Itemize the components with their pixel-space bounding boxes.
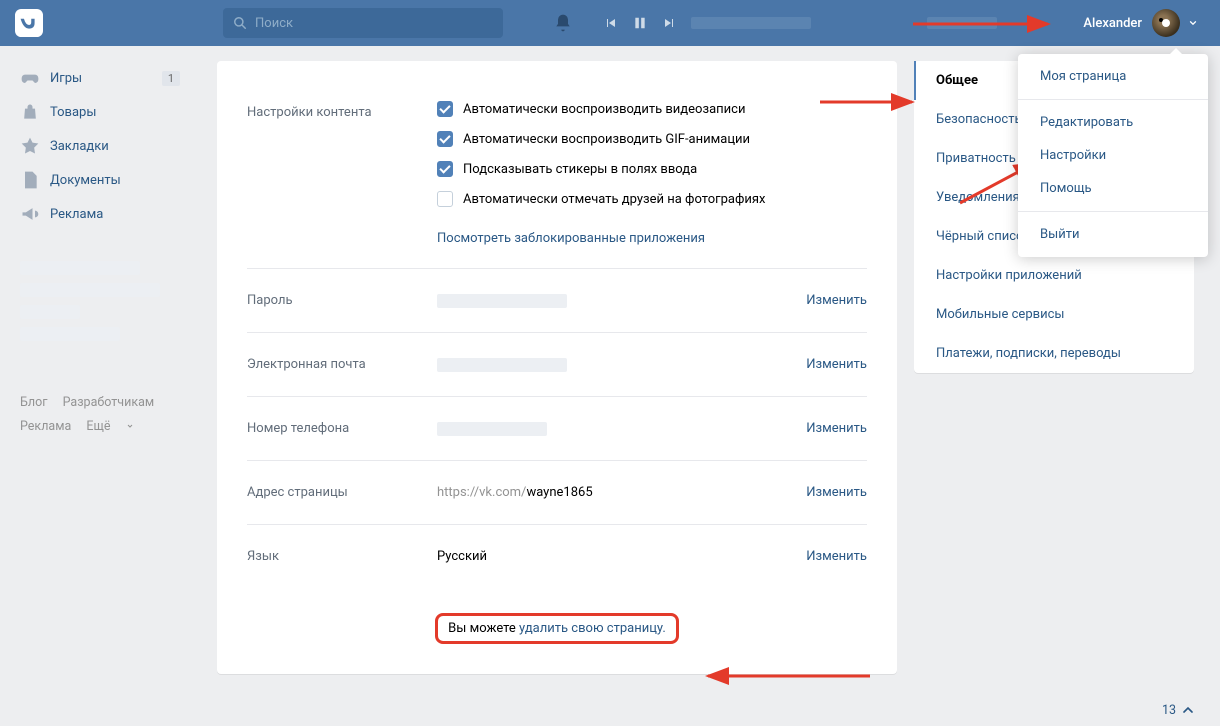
email-edit-link[interactable]: Изменить — [806, 357, 867, 372]
megaphone-icon — [20, 204, 40, 224]
dd-logout[interactable]: Выйти — [1018, 218, 1208, 251]
dd-edit[interactable]: Редактировать — [1018, 106, 1208, 139]
track-artist-redacted — [927, 17, 997, 29]
tab-apps[interactable]: Настройки приложений — [914, 256, 1194, 295]
checkbox-autoplay-gif[interactable]: Автоматически воспроизводить GIF-анимаци… — [437, 131, 867, 147]
blocked-apps-link[interactable]: Посмотреть заблокированные приложения — [437, 231, 705, 246]
checkbox-autotag-friends[interactable]: Автоматически отмечать друзей на фотогра… — [437, 191, 867, 207]
user-menu-trigger[interactable]: Alexander — [1071, 0, 1210, 46]
checkbox-sticker-suggest[interactable]: Подсказывать стикеры в полях ввода — [437, 161, 867, 177]
chevron-down-icon — [1188, 18, 1198, 28]
vk-logo[interactable] — [15, 9, 43, 37]
player-prev-icon[interactable] — [605, 17, 617, 29]
header-tools — [553, 13, 997, 33]
bag-icon — [20, 102, 40, 122]
file-icon — [20, 170, 40, 190]
language-label: Язык — [247, 549, 437, 564]
address-prefix: https://vk.com/ — [437, 485, 526, 500]
email-value-redacted — [437, 358, 567, 372]
chat-notif[interactable]: 13 — [1162, 702, 1200, 718]
delete-page-box: Вы можете удалить свою страницу. — [435, 613, 679, 644]
chevron-down-icon — [126, 422, 134, 430]
footer-dev[interactable]: Разработчикам — [63, 395, 155, 410]
tab-mobile[interactable]: Мобильные сервисы — [914, 295, 1194, 334]
phone-edit-link[interactable]: Изменить — [806, 421, 867, 436]
search-input[interactable]: Поиск — [223, 8, 503, 38]
user-name: Alexander — [1083, 16, 1142, 31]
nav-documents[interactable]: Документы — [10, 163, 190, 197]
nav-ads[interactable]: Реклама — [10, 197, 190, 231]
left-nav: Игры 1 Товары Закладки Документы Реклама… — [10, 61, 190, 674]
redacted-block — [20, 327, 120, 341]
footer-more[interactable]: Ещё — [86, 419, 133, 434]
track-title-redacted — [691, 17, 811, 29]
dd-my-page[interactable]: Моя страница — [1018, 60, 1208, 93]
address-value: wayne1865 — [526, 485, 592, 500]
checkbox-icon — [437, 131, 453, 147]
footer-blog[interactable]: Блог — [20, 395, 47, 410]
user-dropdown: Моя страница Редактировать Настройки Пом… — [1018, 54, 1208, 257]
search-placeholder: Поиск — [255, 16, 293, 31]
checkbox-autoplay-video[interactable]: Автоматически воспроизводить видеозаписи — [437, 101, 867, 117]
email-label: Электронная почта — [247, 357, 437, 372]
address-edit-link[interactable]: Изменить — [806, 485, 867, 500]
delete-prefix: Вы можете — [448, 621, 519, 636]
language-edit-link[interactable]: Изменить — [806, 549, 867, 564]
dd-settings[interactable]: Настройки — [1018, 139, 1208, 172]
redacted-block — [20, 283, 160, 297]
section-content-label: Настройки контента — [247, 101, 437, 246]
chevron-up-icon — [1180, 702, 1196, 718]
address-label: Адрес страницы — [247, 485, 437, 500]
password-edit-link[interactable]: Изменить — [806, 293, 867, 308]
checkbox-icon — [437, 161, 453, 177]
player-pause-icon[interactable] — [633, 16, 647, 30]
checkbox-icon — [437, 191, 453, 207]
phone-label: Номер телефона — [247, 421, 437, 436]
dd-help[interactable]: Помощь — [1018, 172, 1208, 205]
nav-badge: 1 — [162, 71, 180, 86]
password-value-redacted — [437, 294, 567, 308]
star-icon — [20, 136, 40, 156]
delete-page-link[interactable]: удалить свою страницу. — [519, 621, 666, 636]
bell-icon[interactable] — [553, 13, 573, 33]
settings-panel: Настройки контента Автоматически воспрои… — [217, 61, 897, 674]
gamepad-icon — [20, 68, 40, 88]
avatar — [1152, 9, 1180, 37]
password-label: Пароль — [247, 293, 437, 308]
top-header: Поиск Alexander — [0, 0, 1220, 46]
redacted-block — [20, 261, 140, 275]
notif-count: 13 — [1162, 703, 1176, 718]
audio-player — [605, 16, 997, 30]
phone-value-redacted — [437, 422, 547, 436]
search-icon — [233, 16, 247, 30]
tab-payments[interactable]: Платежи, подписки, переводы — [914, 334, 1194, 373]
nav-games[interactable]: Игры 1 — [10, 61, 190, 95]
language-value: Русский — [437, 549, 806, 564]
footer-links: Блог Разработчикам Реклама Ещё — [10, 391, 190, 439]
checkbox-icon — [437, 101, 453, 117]
footer-ads[interactable]: Реклама — [20, 419, 71, 434]
nav-market[interactable]: Товары — [10, 95, 190, 129]
redacted-block — [20, 305, 80, 319]
player-next-icon[interactable] — [663, 17, 675, 29]
nav-bookmarks[interactable]: Закладки — [10, 129, 190, 163]
